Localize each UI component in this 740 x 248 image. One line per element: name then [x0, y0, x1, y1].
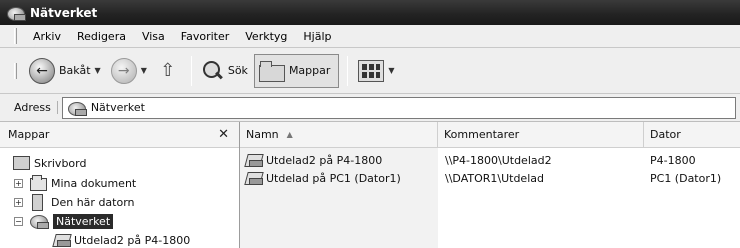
name-cell: Utdelad på PC1 (Dator1): [244, 169, 401, 187]
column-header-name[interactable]: Namn ▲: [240, 122, 438, 148]
views-button[interactable]: ▼: [354, 54, 398, 88]
comment-cell: \\P4-1800\Utdelad2: [445, 153, 552, 167]
views-dropdown-icon[interactable]: ▼: [388, 66, 394, 75]
views-icon: [358, 59, 385, 82]
search-label: Sök: [227, 64, 248, 77]
collapse-toggle[interactable]: −: [14, 216, 23, 226]
forward-arrow-icon: →: [110, 57, 137, 84]
menu-redigera[interactable]: Redigera: [69, 28, 134, 45]
folder-up-icon: ⇧: [160, 60, 176, 81]
folders-icon: [258, 60, 285, 82]
tree-item-share[interactable]: Utdelad2 på P4-1800: [52, 231, 190, 248]
menu-verktyg[interactable]: Verktyg: [237, 28, 295, 45]
tree-item-my-computer[interactable]: + Den här datorn: [14, 193, 135, 211]
folders-label: Mappar: [288, 64, 331, 77]
title-bar: Nätverket: [0, 0, 740, 25]
menu-hjalp[interactable]: Hjälp: [295, 28, 339, 45]
comment-cell: \\DATOR1\Utdelad: [445, 171, 544, 185]
list-row[interactable]: Utdelad2 på P4-1800 \\P4-1800\Utdelad2 P…: [240, 151, 740, 169]
address-bar: Adress Nätverket: [0, 94, 740, 122]
address-label: Adress: [14, 101, 58, 114]
toolbar-separator: [190, 55, 192, 86]
column-header-computer[interactable]: Dator: [644, 122, 740, 148]
network-places-icon: [67, 100, 87, 116]
menubar-grip[interactable]: [14, 28, 17, 44]
folders-pane-header: Mappar ✕: [0, 122, 239, 148]
folders-pane: Mappar ✕ Skrivbord + Mina dokument + Den…: [0, 122, 240, 248]
standard-toolbar: ← Bakåt ▼ → ▼ ⇧ Sök Mappar ▼: [0, 48, 740, 94]
tree-item-network[interactable]: − Nätverket: [14, 212, 114, 230]
toolbar-separator: [347, 55, 349, 86]
tree-item-label: Utdelad2 på P4-1800: [74, 233, 191, 247]
tree-item-label: Skrivbord: [34, 156, 87, 170]
address-value: Nätverket: [90, 101, 145, 114]
expand-toggle[interactable]: +: [14, 197, 23, 207]
tree-item-label: Den här datorn: [51, 195, 135, 209]
menu-bar: Arkiv Redigera Visa Favoriter Verktyg Hj…: [0, 25, 740, 48]
sort-ascending-icon: ▲: [286, 130, 293, 139]
back-arrow-icon: ←: [29, 57, 55, 84]
name-cell: Utdelad2 på P4-1800: [244, 151, 382, 169]
computer-cell: PC1 (Dator1): [650, 171, 722, 185]
window-title: Nätverket: [30, 5, 98, 20]
toolbar-grip[interactable]: [14, 62, 17, 79]
my-computer-icon: [29, 194, 47, 211]
computer-cell: P4-1800: [650, 153, 696, 167]
network-share-icon: [52, 232, 71, 248]
back-button[interactable]: ← Bakåt ▼: [25, 54, 105, 88]
back-label: Bakåt: [59, 64, 91, 77]
address-field[interactable]: Nätverket: [61, 96, 736, 119]
menu-favoriter[interactable]: Favoriter: [173, 28, 237, 45]
row-name: Utdelad på PC1 (Dator1): [266, 171, 401, 185]
tree-item-desktop[interactable]: Skrivbord: [12, 154, 86, 172]
folders-pane-title: Mappar: [8, 128, 50, 141]
search-button[interactable]: Sök: [198, 54, 252, 88]
column-header-label: Dator: [650, 128, 681, 141]
search-icon: [202, 60, 224, 82]
back-dropdown-icon[interactable]: ▼: [95, 66, 101, 75]
network-share-icon: [244, 152, 263, 168]
menu-arkiv[interactable]: Arkiv: [25, 28, 69, 45]
list-row[interactable]: Utdelad på PC1 (Dator1) \\DATOR1\Utdelad…: [240, 169, 740, 187]
folders-button[interactable]: Mappar: [253, 53, 340, 88]
tree-item-label: Mina dokument: [51, 176, 137, 190]
file-list-pane: Namn ▲ Kommentarer Dator Utdelad2 på P4-…: [240, 122, 740, 248]
network-places-icon: [6, 5, 26, 21]
column-header-label: Kommentarer: [444, 128, 520, 141]
forward-dropdown-icon[interactable]: ▼: [141, 66, 147, 75]
network-places-icon: [29, 213, 49, 229]
close-icon[interactable]: ✕: [218, 127, 229, 142]
menu-visa[interactable]: Visa: [134, 28, 173, 45]
my-documents-icon: [29, 175, 47, 191]
expand-toggle[interactable]: +: [14, 178, 23, 188]
desktop-icon: [12, 155, 30, 171]
forward-button[interactable]: → ▼: [107, 54, 151, 88]
column-header-label: Namn: [246, 128, 279, 141]
network-share-icon: [244, 170, 263, 186]
tree-item-my-documents[interactable]: + Mina dokument: [14, 174, 136, 192]
up-button[interactable]: ⇧: [153, 54, 183, 88]
column-header-comments[interactable]: Kommentarer: [438, 122, 644, 148]
tree-item-label: Nätverket: [53, 213, 114, 229]
row-name: Utdelad2 på P4-1800: [266, 153, 383, 167]
